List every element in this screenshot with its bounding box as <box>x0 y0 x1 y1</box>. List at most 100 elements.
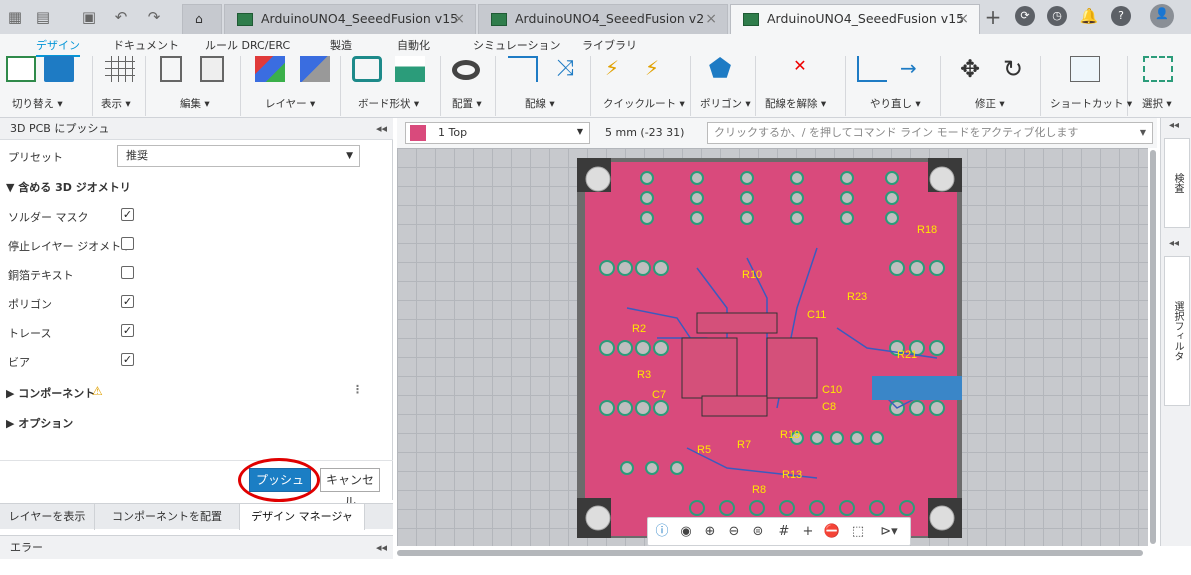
board-outline-icon[interactable] <box>352 56 382 82</box>
group-layers[interactable]: レイヤー ▾ <box>265 96 315 111</box>
group-route[interactable]: 配線 ▾ <box>525 96 555 111</box>
group-shortcut[interactable]: ショートカット ▾ <box>1050 96 1132 111</box>
save-icon[interactable]: ▣ <box>80 8 98 26</box>
board-shape-icon[interactable] <box>395 56 425 82</box>
group-edit[interactable]: 編集 ▾ <box>180 96 210 111</box>
cancel-button[interactable]: キャンセル <box>320 468 380 509</box>
undo-icon[interactable]: ↶ <box>112 8 130 26</box>
tab-selection-filter[interactable]: 選択フィルタ <box>1164 256 1190 406</box>
more-icon[interactable]: ⋮ <box>352 383 363 396</box>
grid-icon[interactable] <box>105 56 135 82</box>
options-section[interactable]: ▶ オプション <box>0 408 393 436</box>
copy-icon[interactable] <box>160 56 182 82</box>
group-board-shape[interactable]: ボード形状 ▾ <box>358 96 419 111</box>
zoom-in-icon[interactable]: ⊕ <box>701 523 719 541</box>
layer-settings-icon[interactable] <box>300 56 330 82</box>
tab-library[interactable]: ライブラリ <box>582 37 637 53</box>
file-menu-icon[interactable]: ▤ <box>34 8 52 26</box>
rotate-icon[interactable]: ↻ <box>998 56 1028 82</box>
tab-design[interactable]: デザイン <box>36 37 80 57</box>
command-line-input[interactable]: クリックするか、/ を押してコマンド ライン モードをアクティブ化します ▼ <box>707 122 1153 144</box>
tab-design-manager[interactable]: デザイン マネージャ <box>240 504 365 530</box>
crosshair-icon[interactable]: + <box>799 523 817 541</box>
layer-select[interactable]: 1 Top ▼ <box>405 122 590 144</box>
select-icon[interactable] <box>1143 56 1173 82</box>
group-modify[interactable]: 修正 ▾ <box>975 96 1005 111</box>
diff-route-icon[interactable]: ⤨ <box>550 56 580 82</box>
tab-inspect[interactable]: 検査 <box>1164 138 1190 228</box>
geometry-section[interactable]: ▼ 含める 3D ジオメトリ <box>0 172 393 200</box>
ic-chip <box>681 337 738 399</box>
tab-document[interactable]: ドキュメント <box>113 37 179 53</box>
close-icon[interactable]: × <box>705 5 717 33</box>
new-tab-button[interactable]: + <box>984 7 1002 27</box>
polygon-icon[interactable]: ⬟ <box>705 56 735 82</box>
auto-route-icon[interactable]: ⚡ <box>645 56 675 82</box>
switch-schematic-icon[interactable] <box>6 56 36 82</box>
quick-route-icon[interactable]: ⚡ <box>605 56 635 82</box>
group-select[interactable]: 選択 ▾ <box>1142 96 1172 111</box>
pcb-canvas[interactable]: R18 R23 R21 R10 C11 C10 C8 R2 R3 C7 R19 R13 R7 R8 R5 <box>397 148 1148 546</box>
paste-icon[interactable] <box>200 56 224 82</box>
collapse-icon[interactable]: ◂◂ <box>1169 120 1179 131</box>
extensions-icon[interactable]: ⟳ <box>1015 6 1035 26</box>
place-icon[interactable] <box>452 60 480 80</box>
collapse-icon[interactable]: ◂◂ <box>376 118 387 140</box>
group-quick-route[interactable]: クイックルート ▾ <box>603 96 685 111</box>
home-tab[interactable]: ⌂ <box>182 4 222 34</box>
tab-manufacturing[interactable]: 製造 <box>330 37 352 53</box>
doc-tab-2[interactable]: ArduinoUNO4_SeeedFusion v2 × <box>478 4 728 34</box>
doc-tab-1[interactable]: ArduinoUNO4_SeeedFusion v15 × <box>224 4 476 34</box>
horizontal-scrollbar[interactable] <box>397 550 1143 556</box>
collapse-icon[interactable]: ◂◂ <box>1169 238 1179 249</box>
redo-route-icon[interactable]: → <box>900 56 930 82</box>
stop-layer-checkbox[interactable] <box>121 237 134 250</box>
tab-show-layers[interactable]: レイヤーを表示 <box>0 504 95 530</box>
group-unroute[interactable]: 配線を解除 ▾ <box>765 96 826 111</box>
group-switch[interactable]: 切り替え ▾ <box>12 96 63 111</box>
collapse-icon[interactable]: ◂◂ <box>376 536 387 560</box>
components-section[interactable]: ▶ コンポーネント ⚠ ⋮ <box>0 378 393 406</box>
doc-tab-3[interactable]: ArduinoUNO4_SeeedFusion v15 × <box>730 4 980 34</box>
tab-rules[interactable]: ルール DRC/ERC <box>205 37 290 53</box>
route-icon[interactable] <box>508 56 538 82</box>
group-view[interactable]: 表示 ▾ <box>101 96 131 111</box>
copper-text-checkbox[interactable] <box>121 266 134 279</box>
close-icon[interactable]: × <box>957 5 969 33</box>
eye-icon[interactable]: ◉ <box>677 523 695 541</box>
preset-select[interactable]: 推奨 ▼ <box>117 145 360 167</box>
group-place[interactable]: 配置 ▾ <box>452 96 482 111</box>
close-icon[interactable]: × <box>453 5 465 33</box>
zoom-out-icon[interactable]: ⊖ <box>725 523 743 541</box>
group-polygon[interactable]: ポリゴン ▾ <box>700 96 751 111</box>
window-select-icon[interactable]: ⬚ <box>849 523 867 541</box>
pad <box>850 431 864 445</box>
group-redo[interactable]: やり直し ▾ <box>870 96 921 111</box>
move-icon[interactable]: ✥ <box>955 56 985 82</box>
tab-simulation[interactable]: シミュレーション <box>473 37 561 53</box>
trace-checkbox[interactable]: ✓ <box>121 324 134 337</box>
avatar[interactable]: 👤 <box>1150 4 1174 28</box>
notification-icon[interactable]: 🔔 <box>1079 6 1099 26</box>
tab-automation[interactable]: 自動化 <box>397 37 430 53</box>
grid-icon[interactable]: # <box>775 523 793 541</box>
polygon-checkbox[interactable]: ✓ <box>121 295 134 308</box>
redo-icon[interactable]: ↷ <box>145 8 163 26</box>
app-grid-icon[interactable]: ▦ <box>6 8 24 26</box>
solder-mask-checkbox[interactable]: ✓ <box>121 208 134 221</box>
via-checkbox[interactable]: ✓ <box>121 353 134 366</box>
clock-icon[interactable]: ◷ <box>1047 6 1067 26</box>
vertical-scrollbar[interactable] <box>1150 150 1156 544</box>
layers-icon[interactable] <box>255 56 285 82</box>
unroute-icon[interactable]: ✕ <box>785 56 815 82</box>
ripup-icon[interactable] <box>857 56 887 82</box>
stop-icon[interactable]: ⛔ <box>823 523 841 541</box>
info-icon[interactable]: ⓘ <box>653 523 671 541</box>
switch-pcb-icon[interactable] <box>44 56 74 82</box>
tab-place-components[interactable]: コンポーネントを配置 <box>95 504 240 530</box>
shortcut-icon[interactable] <box>1070 56 1100 82</box>
help-icon[interactable]: ? <box>1111 6 1131 26</box>
zoom-fit-icon[interactable]: ⊜ <box>749 523 767 541</box>
filter-icon[interactable]: ⊳▾ <box>875 523 903 541</box>
errors-bar[interactable]: エラー ◂◂ <box>0 535 393 559</box>
